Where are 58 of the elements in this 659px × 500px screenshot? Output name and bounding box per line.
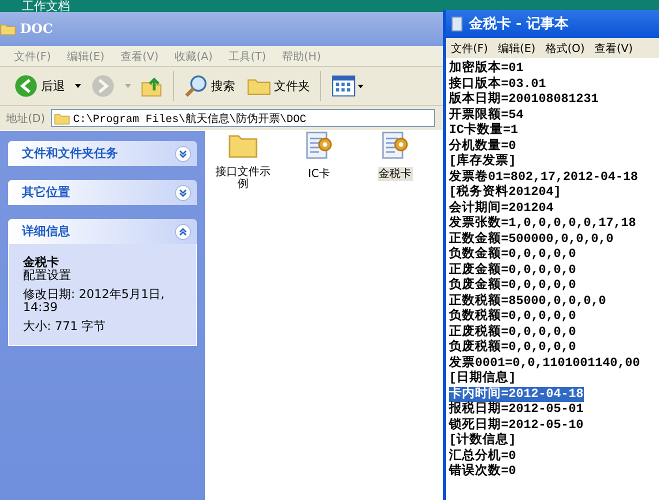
file-item[interactable]: 接口文件示例 bbox=[211, 131, 275, 191]
text-line: 负废税额=0,0,0,0,0 bbox=[449, 340, 576, 356]
dropdown-arrow-icon[interactable] bbox=[75, 84, 81, 88]
file-item[interactable]: 金税卡 bbox=[363, 131, 427, 181]
text-line: 锁死日期=2012-05-10 bbox=[449, 418, 584, 432]
pane-header[interactable]: 其它位置 bbox=[8, 180, 197, 205]
pane-title: 其它位置 bbox=[22, 184, 70, 201]
back-button[interactable]: 后退 bbox=[12, 72, 67, 100]
file-size: 大小: 771 字节 bbox=[23, 320, 107, 333]
menu-item[interactable]: 文件(F) bbox=[451, 40, 488, 56]
text-line: 错误次数=0 bbox=[449, 464, 516, 480]
text-line: 正废金额=0,0,0,0,0 bbox=[449, 262, 576, 277]
window-title: DOC bbox=[20, 22, 53, 36]
file-type: 配置设置 bbox=[23, 269, 72, 282]
text-line: 发票0001=0,0,1101001140,00 bbox=[449, 356, 640, 370]
text-line: 正数税额=85000,0,0,0,0 bbox=[449, 294, 606, 308]
pane-title: 详细信息 bbox=[22, 223, 70, 240]
text-line: 负数金额=0,0,0,0,0 bbox=[449, 247, 576, 262]
pane-header[interactable]: 详细信息 bbox=[8, 219, 197, 244]
address-field[interactable]: C:\Program Files\航天信息\防伪开票\DOC bbox=[51, 109, 436, 127]
folder-icon bbox=[0, 22, 16, 36]
text-line: 开票限额=54 bbox=[449, 108, 524, 122]
text-line: 负废金额=0,0,0,0,0 bbox=[449, 278, 576, 293]
text-line: IC卡数量=1 bbox=[449, 123, 518, 138]
text-line: 分机数量=0 bbox=[449, 138, 516, 153]
search-icon bbox=[184, 74, 208, 98]
address-label: 地址(D) bbox=[6, 110, 46, 126]
text-line: [计数信息] bbox=[449, 433, 516, 448]
expand-icon[interactable] bbox=[175, 146, 191, 162]
file-item[interactable]: IC卡 bbox=[287, 131, 351, 181]
pane-header[interactable]: 文件和文件夹任务 bbox=[8, 141, 197, 166]
expand-icon[interactable] bbox=[175, 184, 191, 200]
text-line: 版本日期=200108081231 bbox=[449, 92, 599, 107]
collapse-icon[interactable] bbox=[175, 224, 191, 240]
text-line: 发票卷01=802,17,2012-04-18 bbox=[449, 170, 638, 184]
text-line: 接口版本=03.01 bbox=[449, 76, 546, 92]
text-line: 发票张数=1,0,0,0,0,0,17,18 bbox=[449, 216, 636, 231]
text-line: 加密版本=01 bbox=[449, 61, 524, 76]
pane-title: 文件和文件夹任务 bbox=[22, 145, 118, 162]
text-line: 会计期间=201204 bbox=[449, 200, 554, 216]
text-line: 负数税额=0,0,0,0,0 bbox=[449, 309, 576, 324]
menu-item[interactable]: 查看(V) bbox=[594, 40, 633, 56]
menu-item[interactable]: 格式(O) bbox=[545, 40, 585, 56]
folder-icon bbox=[54, 112, 70, 124]
text-line: 报税日期=2012-05-01 bbox=[449, 402, 584, 418]
text-line: [税务资料201204] bbox=[449, 185, 562, 200]
notepad-icon bbox=[451, 16, 463, 32]
file-name: 金税卡 bbox=[23, 256, 60, 269]
text-line: 汇总分机=0 bbox=[449, 448, 516, 464]
text-line: [库存发票] bbox=[449, 154, 516, 170]
search-button[interactable]: 搜索 bbox=[182, 72, 237, 100]
text-line: 正废税额=0,0,0,0,0 bbox=[449, 324, 576, 339]
text-line: 正数金额=500000,0,0,0,0 bbox=[449, 232, 614, 246]
menu-item[interactable]: 编辑(E) bbox=[498, 40, 536, 56]
folders-button[interactable]: 文件夹 bbox=[245, 73, 312, 99]
modified-date: 修改日期: 2012年5月1日, 14:39 bbox=[23, 288, 166, 314]
window-title: 金税卡 - 记事本 bbox=[469, 15, 569, 33]
text-line: [日期信息] bbox=[449, 371, 516, 386]
